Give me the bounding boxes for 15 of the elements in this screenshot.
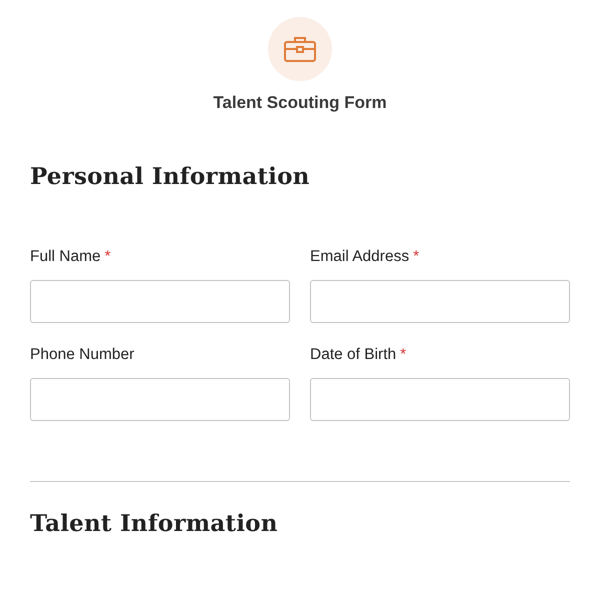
required-mark: * bbox=[413, 248, 420, 265]
field-label: Full Name bbox=[30, 248, 101, 265]
field-label: Phone Number bbox=[30, 346, 134, 363]
required-mark: * bbox=[104, 248, 111, 265]
input-field[interactable] bbox=[310, 378, 570, 421]
required-mark: * bbox=[400, 346, 406, 363]
section-heading: Personal Information bbox=[30, 163, 311, 190]
section-heading: Talent Information bbox=[30, 510, 279, 537]
input-field[interactable] bbox=[310, 280, 570, 323]
input-field[interactable] bbox=[30, 378, 290, 421]
field-label: Email Address bbox=[310, 248, 410, 265]
briefcase-icon bbox=[284, 36, 316, 62]
form-title: Talent Scouting Form bbox=[213, 93, 387, 113]
input-field[interactable] bbox=[30, 280, 290, 323]
field-label: Date of Birth bbox=[310, 346, 396, 363]
